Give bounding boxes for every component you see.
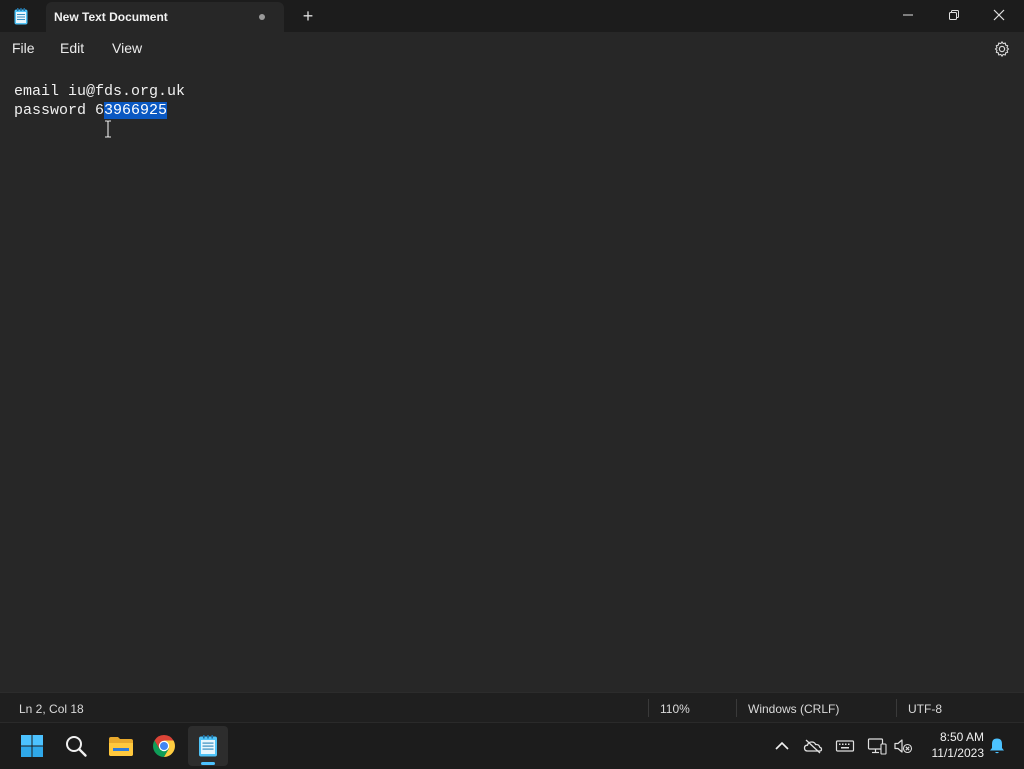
network-icon: [867, 738, 887, 755]
menu-edit[interactable]: Edit: [60, 40, 84, 56]
start-icon: [21, 735, 43, 757]
network-button[interactable]: [867, 736, 887, 756]
unsaved-dot-icon[interactable]: [259, 14, 265, 20]
text-editor[interactable]: email iu@fds.org.uk password 63966925: [0, 66, 1024, 692]
taskbar: 8:50 AM 11/1/2023: [0, 722, 1024, 769]
show-hidden-icons-button[interactable]: [772, 736, 792, 756]
chrome-icon: [153, 735, 175, 757]
close-icon: [993, 9, 1005, 21]
start-button[interactable]: [12, 726, 52, 766]
menu-view[interactable]: View: [112, 40, 142, 56]
file-explorer-button[interactable]: [100, 726, 140, 766]
encoding: UTF-8: [908, 702, 942, 716]
status-divider: [896, 699, 897, 717]
new-tab-button[interactable]: +: [298, 6, 318, 26]
active-app-indicator: [201, 762, 215, 765]
menu-file[interactable]: File: [12, 40, 35, 56]
title-bar: New Text Document +: [0, 0, 1024, 32]
notepad-taskbar-button[interactable]: [188, 726, 228, 766]
keyboard-button[interactable]: [835, 736, 855, 756]
chevron-up-icon: [775, 741, 789, 750]
line-ending: Windows (CRLF): [748, 702, 840, 716]
gear-icon: [994, 41, 1010, 57]
notifications-button[interactable]: [987, 736, 1007, 756]
minimize-button[interactable]: [885, 0, 931, 30]
close-button[interactable]: [976, 0, 1022, 30]
minimize-icon: [903, 14, 913, 16]
notepad-app-icon: [14, 8, 28, 25]
status-bar: Ln 2, Col 18 110% Windows (CRLF) UTF-8: [0, 692, 1024, 723]
restore-button[interactable]: [931, 0, 977, 30]
onedrive-off-icon: [803, 739, 823, 754]
tab-title: New Text Document: [54, 10, 168, 24]
search-icon: [66, 736, 87, 757]
onedrive-button[interactable]: [803, 736, 823, 756]
document-tab[interactable]: New Text Document: [46, 2, 284, 32]
text-selection: 3966925: [104, 102, 168, 119]
keyboard-icon: [835, 740, 855, 752]
clock-time: 8:50 AM: [939, 730, 984, 744]
text-unselected: password 6: [14, 102, 105, 119]
speaker-muted-icon: [894, 739, 913, 754]
system-clock[interactable]: 8:50 AM 11/1/2023: [920, 729, 985, 761]
restore-icon: [949, 10, 959, 20]
ibeam-cursor-icon: [105, 120, 111, 138]
text-line-email[interactable]: email iu@fds.org.uk: [14, 82, 185, 101]
settings-button[interactable]: [993, 40, 1013, 58]
search-button[interactable]: [56, 726, 96, 766]
status-divider: [648, 699, 649, 717]
clock-date: 11/1/2023: [931, 746, 985, 760]
zoom-level: 110%: [660, 702, 690, 716]
status-divider: [736, 699, 737, 717]
notification-bell-icon: [990, 738, 1004, 754]
text-line-password[interactable]: password 63966925: [14, 101, 168, 120]
file-explorer-icon: [109, 737, 133, 756]
menu-bar: File Edit View: [0, 32, 1024, 66]
volume-button[interactable]: [893, 736, 913, 756]
cursor-position: Ln 2, Col 18: [19, 702, 84, 716]
chrome-button[interactable]: [144, 726, 184, 766]
notepad-icon: [199, 735, 217, 757]
